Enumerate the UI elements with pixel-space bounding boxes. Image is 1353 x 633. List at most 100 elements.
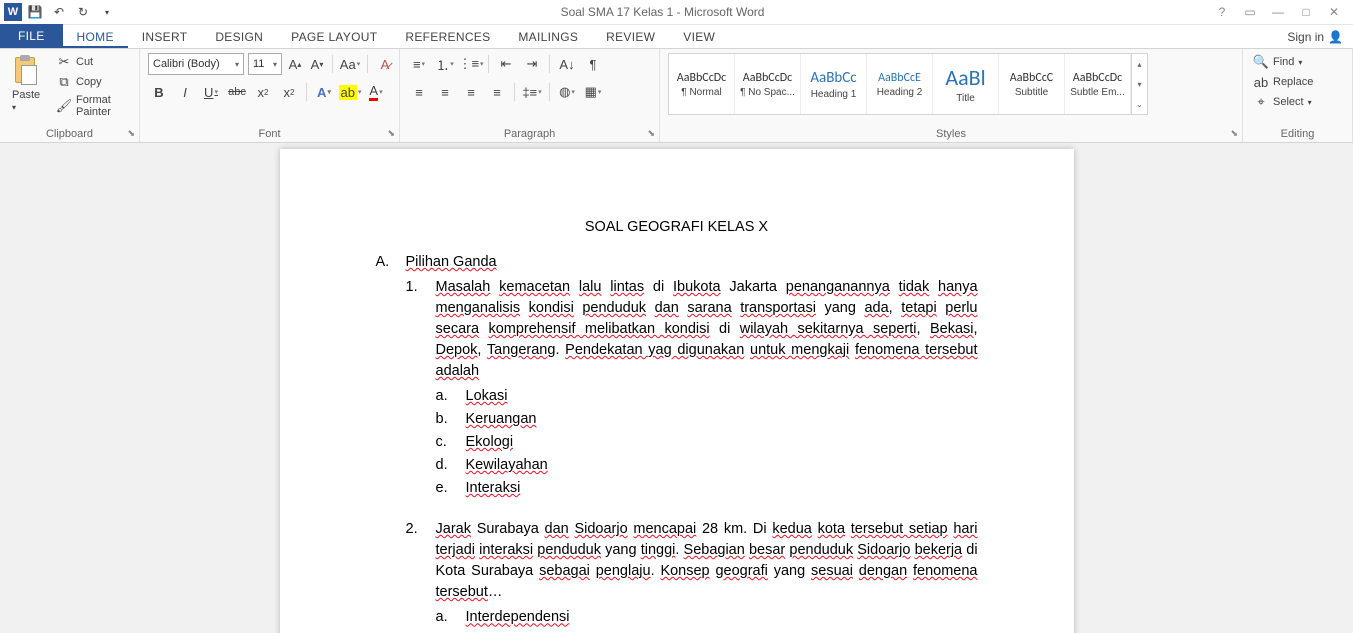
justify-button[interactable]: ≡ (486, 81, 508, 103)
style-preview: AaBbCc (810, 69, 856, 87)
sign-in-link[interactable]: Sign in 👤 (1277, 26, 1353, 48)
titlebar: W 💾 ↶ ↻ ▾ Soal SMA 17 Kelas 1 - Microsof… (0, 0, 1353, 25)
highlight-button[interactable]: ab▾ (339, 81, 361, 103)
ribbon: Paste ▾ ✂Cut ⧉Copy 🖌Format Painter Clipb… (0, 49, 1353, 143)
q1-marker: 1. (406, 277, 424, 382)
sign-in-label: Sign in (1287, 30, 1324, 44)
qat-customize[interactable]: ▾ (96, 1, 118, 23)
tab-page-layout[interactable]: PAGE LAYOUT (277, 26, 391, 48)
redo-button[interactable]: ↻ (72, 1, 94, 23)
undo-button[interactable]: ↶ (48, 1, 70, 23)
find-label: Find (1273, 56, 1294, 68)
style-item[interactable]: AaBbCcDcSubtle Em... (1065, 54, 1131, 114)
help-button[interactable]: ? (1209, 1, 1235, 23)
style-item[interactable]: AaBlTitle (933, 54, 999, 114)
styles-launcher[interactable]: ⬊ (1230, 128, 1238, 139)
style-preview: AaBbCcC (1010, 71, 1053, 85)
close-button[interactable]: ✕ (1321, 1, 1347, 23)
tab-insert[interactable]: INSERT (128, 26, 202, 48)
font-size-combo[interactable]: 11▾ (248, 53, 282, 75)
tab-references[interactable]: REFERENCES (391, 26, 504, 48)
maximize-button[interactable]: □ (1293, 1, 1319, 23)
grow-font-button[interactable]: A▴ (286, 53, 304, 75)
increase-indent-button[interactable]: ⇥ (521, 53, 543, 75)
select-button[interactable]: ⌖Select ▾ (1251, 93, 1314, 111)
format-painter-label: Format Painter (76, 94, 129, 118)
superscript-button[interactable]: x2 (278, 81, 300, 103)
q2-option: a.Interdependensi (436, 607, 978, 628)
strikethrough-button[interactable]: abc (226, 81, 248, 103)
signin-person-icon: 👤 (1328, 30, 1343, 44)
tab-home[interactable]: HOME (63, 26, 128, 48)
q1-text: Masalah kemacetan lalu lintas di Ibukota… (436, 277, 978, 382)
ribbon-tabs: FILE HOME INSERT DESIGN PAGE LAYOUT REFE… (0, 25, 1353, 49)
minimize-button[interactable]: — (1265, 1, 1291, 23)
replace-button[interactable]: abReplace (1251, 73, 1315, 91)
change-case-button[interactable]: Aa▾ (339, 53, 361, 75)
font-name-combo[interactable]: Calibri (Body)▾ (148, 53, 244, 75)
styles-more-button[interactable]: ▴▾⌄ (1131, 54, 1147, 114)
style-item[interactable]: AaBbCcDc¶ Normal (669, 54, 735, 114)
font-launcher[interactable]: ⬊ (387, 128, 395, 139)
editing-group-label: Editing (1281, 128, 1315, 140)
paste-icon (12, 55, 44, 87)
text-effects-button[interactable]: A▾ (313, 81, 335, 103)
underline-button[interactable]: U▾ (200, 81, 222, 103)
numbering-button[interactable]: ⒈▾ (434, 53, 456, 75)
option-marker: b. (436, 409, 454, 430)
shading-button[interactable]: ◍▾ (556, 81, 578, 103)
align-left-button[interactable]: ≡ (408, 81, 430, 103)
format-painter-button[interactable]: 🖌Format Painter (54, 93, 131, 119)
tab-review[interactable]: REVIEW (592, 26, 669, 48)
document-canvas[interactable]: SOAL GEOGRAFI KELAS X A. Pilihan Ganda 1… (0, 143, 1353, 633)
option-text: Keruangan (466, 411, 537, 427)
style-name: Heading 2 (877, 87, 923, 98)
copy-button[interactable]: ⧉Copy (54, 73, 131, 91)
line-spacing-button[interactable]: ‡≡▾ (521, 81, 543, 103)
font-color-button[interactable]: A▾ (365, 81, 387, 103)
multilevel-list-button[interactable]: ⋮≡▾ (460, 53, 482, 75)
group-font: Calibri (Body)▾ 11▾ A▴ A▾ Aa▾ A̷ B I U▾ … (140, 49, 400, 142)
cut-button[interactable]: ✂Cut (54, 53, 131, 71)
clear-formatting-button[interactable]: A̷ (374, 53, 396, 75)
align-right-button[interactable]: ≡ (460, 81, 482, 103)
section-heading: A. Pilihan Ganda (376, 252, 978, 273)
tab-design[interactable]: DESIGN (201, 26, 277, 48)
shrink-font-button[interactable]: A▾ (308, 53, 326, 75)
style-item[interactable]: AaBbCcCSubtitle (999, 54, 1065, 114)
option-text: Ekologi (466, 434, 514, 450)
italic-button[interactable]: I (174, 81, 196, 103)
show-marks-button[interactable]: ¶ (582, 53, 604, 75)
decrease-indent-button[interactable]: ⇤ (495, 53, 517, 75)
tab-mailings[interactable]: MAILINGS (504, 26, 592, 48)
style-item[interactable]: AaBbCcHeading 1 (801, 54, 867, 114)
ribbon-display-button[interactable]: ▭ (1237, 1, 1263, 23)
q1-option: d.Kewilayahan (436, 455, 978, 476)
bold-button[interactable]: B (148, 81, 170, 103)
page[interactable]: SOAL GEOGRAFI KELAS X A. Pilihan Ganda 1… (280, 149, 1074, 633)
bullets-button[interactable]: ≡▾ (408, 53, 430, 75)
q1-option: b. Keruangan (436, 409, 978, 430)
style-preview: AaBl (945, 64, 985, 91)
align-center-button[interactable]: ≡ (434, 81, 456, 103)
style-preview: AaBbCcE (878, 71, 921, 85)
tab-file[interactable]: FILE (0, 24, 63, 48)
borders-button[interactable]: ▦▾ (582, 81, 604, 103)
paste-button[interactable]: Paste ▾ (8, 53, 48, 115)
style-item[interactable]: AaBbCcE Heading 2 (867, 54, 933, 114)
find-button[interactable]: 🔍Find ▾ (1251, 53, 1304, 71)
tab-view[interactable]: VIEW (669, 26, 729, 48)
clipboard-launcher[interactable]: ⬊ (127, 128, 135, 139)
font-size-value: 11 (253, 58, 264, 70)
style-item[interactable]: AaBbCcDc¶ No Spac... (735, 54, 801, 114)
q1-option: c.Ekologi (436, 432, 978, 453)
sort-button[interactable]: A↓ (556, 53, 578, 75)
quick-access-toolbar: W 💾 ↶ ↻ ▾ (0, 1, 122, 23)
replace-icon: ab (1253, 74, 1269, 90)
subscript-button[interactable]: x2 (252, 81, 274, 103)
paragraph-launcher[interactable]: ⬊ (647, 128, 655, 139)
find-icon: 🔍 (1253, 54, 1269, 70)
q1-option: e.Interaksi (436, 478, 978, 499)
style-name: Subtle Em... (1070, 87, 1124, 98)
save-button[interactable]: 💾 (24, 1, 46, 23)
